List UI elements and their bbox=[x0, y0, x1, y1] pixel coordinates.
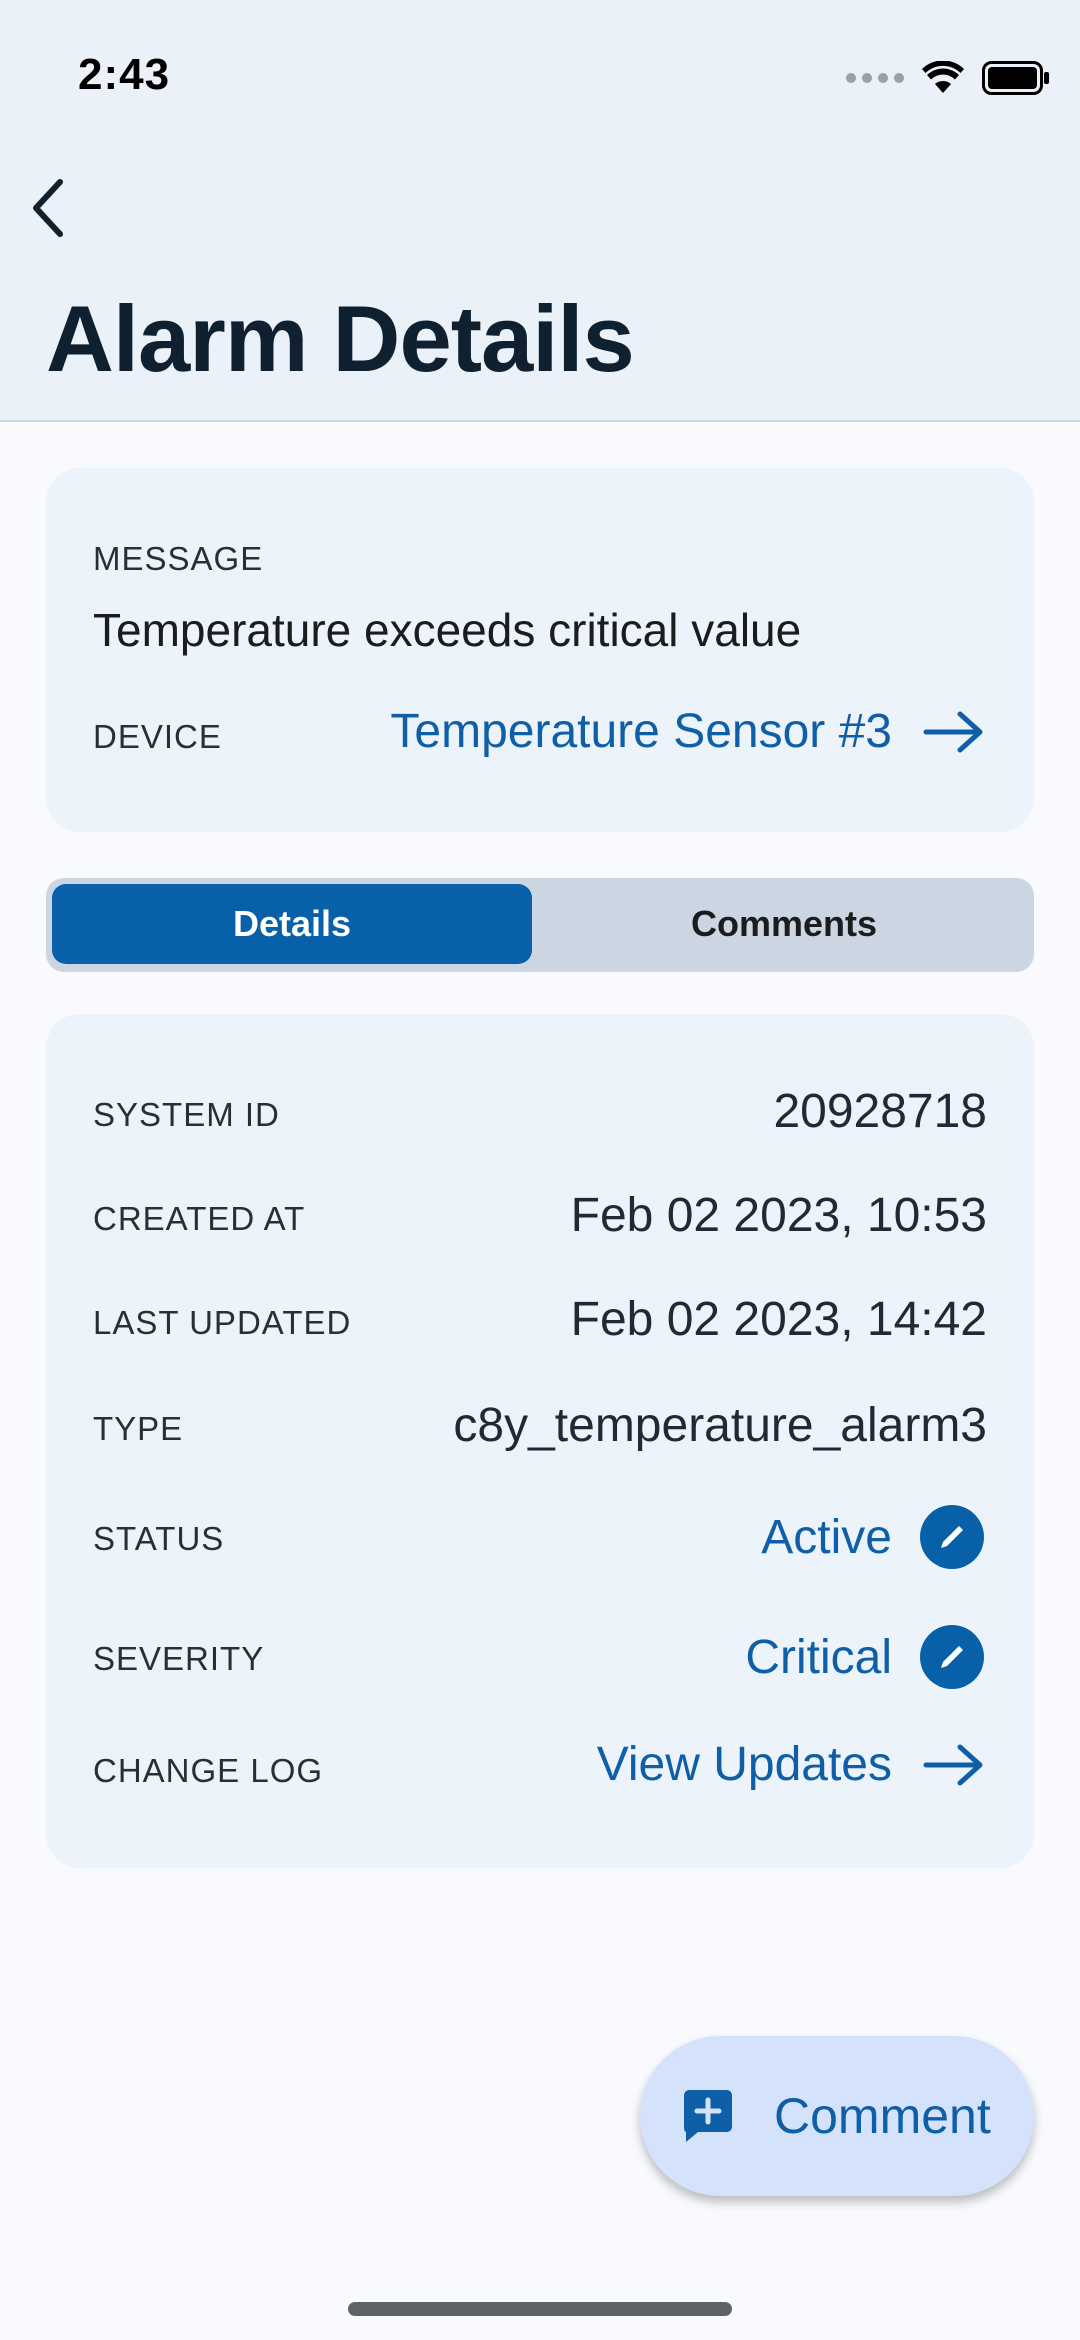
app-header: 2:43 Alarm Details bbox=[0, 0, 1080, 422]
edit-severity-button[interactable] bbox=[920, 1625, 984, 1689]
status-label: STATUS bbox=[93, 1520, 225, 1557]
status-row: Active bbox=[761, 1505, 984, 1569]
back-button[interactable] bbox=[18, 170, 78, 246]
tab-switcher: Details Comments bbox=[46, 878, 1034, 972]
device-label: DEVICE bbox=[93, 718, 222, 755]
cellular-signal-icon bbox=[846, 73, 904, 83]
last-updated-value: Feb 02 2023, 14:42 bbox=[570, 1293, 987, 1346]
severity-value: Critical bbox=[745, 1630, 892, 1684]
arrow-right-icon bbox=[923, 711, 983, 752]
wifi-icon bbox=[922, 61, 964, 93]
chevron-left-icon bbox=[33, 179, 63, 237]
tab-details[interactable]: Details bbox=[52, 884, 532, 964]
tab-comments[interactable]: Comments bbox=[540, 884, 1028, 964]
view-updates-text: View Updates bbox=[596, 1738, 892, 1791]
comment-add-icon bbox=[684, 2090, 732, 2142]
alarm-message: Temperature exceeds critical value bbox=[93, 604, 802, 656]
page-title: Alarm Details bbox=[46, 286, 635, 391]
device-name: Temperature Sensor #3 bbox=[390, 705, 892, 758]
status-icons bbox=[846, 58, 1050, 98]
battery-icon bbox=[982, 61, 1049, 95]
created-at-label: CREATED AT bbox=[93, 1200, 306, 1237]
last-updated-label: LAST UPDATED bbox=[93, 1304, 352, 1341]
system-id-value: 20928718 bbox=[773, 1085, 987, 1138]
status-value: Active bbox=[761, 1510, 892, 1564]
pencil-icon bbox=[941, 1646, 963, 1668]
created-at-value: Feb 02 2023, 10:53 bbox=[570, 1189, 987, 1242]
system-id-label: SYSTEM ID bbox=[93, 1096, 280, 1133]
home-indicator[interactable] bbox=[348, 2302, 732, 2316]
message-label: MESSAGE bbox=[93, 540, 264, 577]
comment-fab[interactable]: Comment bbox=[640, 2036, 1034, 2196]
type-label: TYPE bbox=[93, 1410, 184, 1447]
edit-status-button[interactable] bbox=[920, 1505, 984, 1569]
alarm-summary-card: MESSAGE Temperature exceeds critical val… bbox=[46, 468, 1034, 832]
comment-fab-label: Comment bbox=[774, 2088, 991, 2144]
view-updates-link[interactable]: View Updates bbox=[597, 1737, 984, 1792]
status-time: 2:43 bbox=[78, 50, 171, 99]
pencil-icon bbox=[941, 1526, 963, 1548]
severity-row: Critical bbox=[745, 1625, 984, 1689]
change-log-label: CHANGE LOG bbox=[93, 1752, 324, 1789]
alarm-details-card: SYSTEM ID 20928718 CREATED AT Feb 02 202… bbox=[46, 1014, 1034, 1868]
type-value: c8y_temperature_alarm3 bbox=[453, 1399, 987, 1452]
arrow-right-icon bbox=[923, 1744, 983, 1785]
severity-label: SEVERITY bbox=[93, 1640, 265, 1677]
device-link[interactable]: Temperature Sensor #3 bbox=[390, 704, 984, 759]
